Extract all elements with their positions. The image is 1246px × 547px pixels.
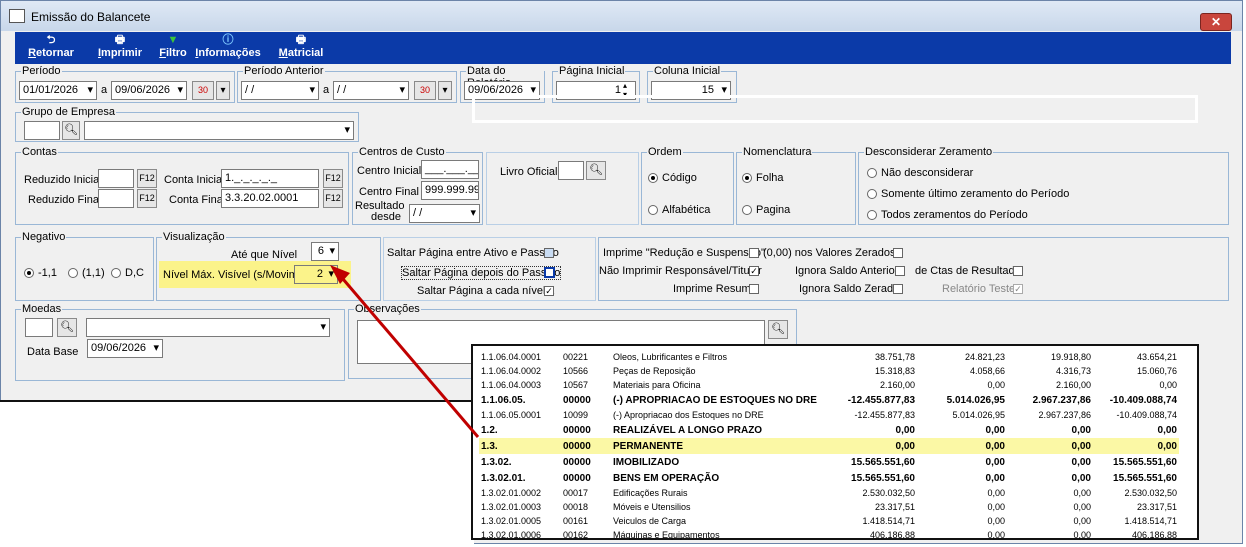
arrow-line	[341, 278, 480, 438]
arrow-annotation	[330, 265, 480, 438]
arrow-head-icon	[330, 265, 350, 284]
